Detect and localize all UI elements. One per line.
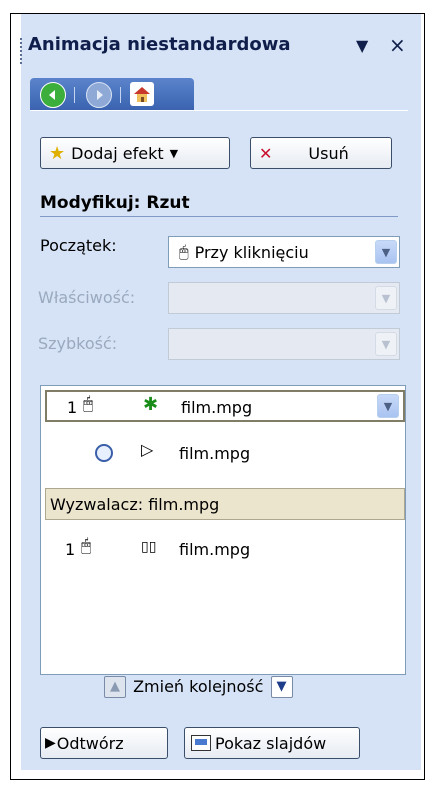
move-down-arrow-icon[interactable]: ▼: [270, 676, 293, 698]
panel-top-edge: [30, 110, 408, 111]
property-select: ▼: [168, 282, 400, 314]
remove-button[interactable]: ✕ Usuń: [250, 137, 392, 169]
mouse-icon: 🖱: [179, 242, 189, 261]
play-icon: ▶: [45, 735, 56, 751]
effect-name: film.mpg: [179, 444, 251, 463]
remove-label: Usuń: [308, 143, 349, 163]
pane-title: Animacja niestandardowa: [28, 34, 291, 55]
mouse-icon: 🖱: [81, 536, 92, 556]
nav-separator: [74, 87, 75, 103]
effects-list[interactable]: 1 🖱 ✱ film.mpg ▼ ▷ film.mpg Wyzwalacz: f…: [40, 385, 406, 675]
trigger-header[interactable]: Wyzwalacz: film.mpg: [45, 488, 405, 520]
clock-icon: [95, 444, 113, 462]
back-arrow-icon[interactable]: [40, 82, 66, 108]
nav-separator: [120, 87, 121, 103]
chevron-down-icon: ▼: [375, 332, 397, 356]
chevron-down-icon[interactable]: ▼: [377, 394, 399, 418]
mouse-icon: 🖱: [83, 394, 94, 414]
start-label: Początek:: [40, 236, 117, 255]
modify-heading: Modyfikuj: Rzut: [40, 193, 190, 213]
effect-order-number: 1: [67, 398, 78, 417]
play-label: Odtwórz: [56, 733, 124, 753]
list-item[interactable]: ▷ film.mpg: [45, 438, 405, 470]
remove-effect-icon: ✕: [259, 143, 273, 163]
chevron-down-icon: ▼: [375, 286, 397, 310]
drag-grip[interactable]: [20, 38, 22, 64]
play-icon: ▷: [141, 440, 154, 459]
slideshow-button[interactable]: Pokaz slajdów: [184, 727, 360, 759]
start-select-value: Przy kliknięciu: [194, 242, 309, 262]
move-up-arrow-icon[interactable]: ▲: [104, 676, 126, 698]
start-select[interactable]: 🖱 Przy kliknięciu ▼: [168, 236, 400, 268]
effect-name: film.mpg: [181, 398, 253, 417]
add-effect-button[interactable]: ★ Dodaj efekt ▼: [40, 137, 230, 169]
green-star-icon: ✱: [143, 394, 159, 415]
close-icon[interactable]: ×: [389, 33, 406, 57]
speed-label: Szybkość:: [38, 334, 118, 353]
reorder-control: ▲ Zmień kolejność ▼: [104, 676, 293, 698]
effect-name: film.mpg: [179, 540, 251, 559]
property-label: Właściwość:: [38, 288, 136, 307]
slideshow-icon: [191, 735, 211, 751]
chevron-down-icon[interactable]: ▼: [375, 240, 397, 264]
speed-select: ▼: [168, 328, 400, 360]
task-pane-title-bar: Animacja niestandardowa ▼ ×: [20, 0, 425, 64]
add-effect-label: Dodaj efekt: [71, 143, 164, 163]
add-effect-star-icon: ★: [49, 142, 66, 164]
list-item[interactable]: 1 🖱 ✱ film.mpg ▼: [45, 390, 405, 422]
pane-options-chevron-down-icon[interactable]: ▼: [356, 36, 368, 55]
modify-heading-rule: [40, 216, 398, 217]
home-icon[interactable]: [130, 82, 154, 106]
play-button[interactable]: ▶ Odtwórz: [40, 727, 168, 759]
reorder-label: Zmień kolejność: [133, 676, 264, 696]
pause-icon: ▯▯: [141, 539, 157, 555]
chevron-down-icon: ▼: [169, 146, 179, 160]
navigation-bar: [30, 78, 194, 110]
effect-order-number: 1: [65, 540, 76, 559]
slideshow-label: Pokaz slajdów: [215, 733, 327, 753]
list-item[interactable]: 1 🖱 ▯▯ film.mpg: [45, 534, 405, 566]
forward-arrow-icon[interactable]: [86, 82, 112, 108]
